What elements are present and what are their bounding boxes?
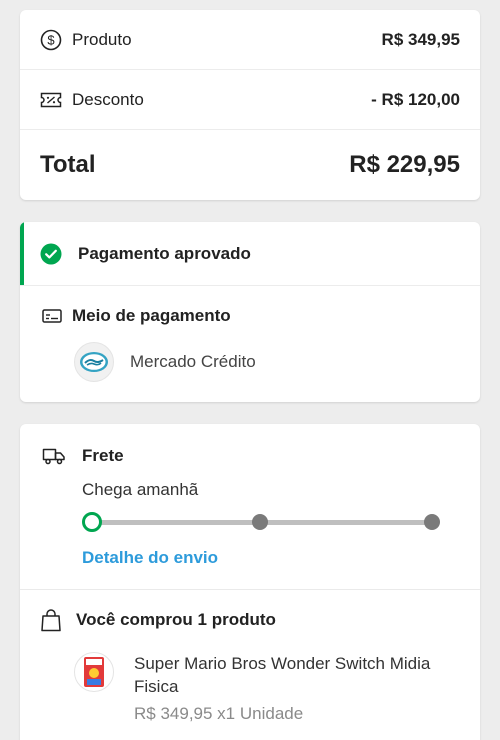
payment-status-banner: Pagamento aprovado (20, 222, 480, 286)
products-title: Você comprou 1 produto (76, 610, 276, 629)
product-meta: R$ 349,95 x1 Unidade (134, 704, 304, 723)
svg-text:$: $ (47, 32, 55, 47)
progress-step-current (82, 512, 102, 532)
products-card: Você comprou 1 produto Super Mario Bros … (20, 590, 480, 740)
progress-step-3 (424, 514, 440, 530)
products-header: Você comprou 1 produto (40, 608, 276, 632)
product-thumbnail (74, 652, 114, 692)
coupon-icon (40, 89, 62, 111)
product-value: R$ 349,95 (381, 29, 460, 49)
truck-icon (42, 446, 66, 466)
product-label: Produto (72, 29, 132, 49)
order-summary-card: $ Produto R$ 349,95 Desconto - R$ 120,00… (20, 10, 480, 200)
bag-icon (40, 608, 62, 632)
shipping-title: Frete (82, 446, 124, 465)
status-accent-bar (20, 222, 24, 285)
shipping-detail-link[interactable]: Detalhe do envio (82, 548, 218, 568)
discount-label: Desconto (72, 89, 144, 109)
payment-method-name: Mercado Crédito (130, 352, 256, 371)
total-value: R$ 229,95 (349, 151, 460, 178)
mercado-pago-logo (74, 342, 114, 382)
product-item[interactable]: Super Mario Bros Wonder Switch Midia Fis… (74, 652, 454, 724)
shipping-card: Frete Chega amanhã Detalhe do envio (20, 424, 480, 590)
payment-status: Pagamento aprovado (78, 243, 251, 263)
shipping-header: Frete (42, 446, 124, 466)
product-row: $ Produto R$ 349,95 (20, 10, 480, 70)
discount-value: - R$ 120,00 (371, 89, 460, 109)
check-circle-icon (40, 243, 62, 265)
payment-method-row: Mercado Crédito (74, 342, 256, 382)
card-icon (42, 308, 62, 324)
discount-row: Desconto - R$ 120,00 (20, 70, 480, 130)
shipping-progress (82, 512, 440, 532)
total-label: Total (40, 151, 96, 178)
payment-card: Pagamento aprovado Meio de pagamento Mer… (20, 222, 480, 402)
product-name: Super Mario Bros Wonder Switch Midia Fis… (134, 654, 431, 696)
total-row: Total R$ 229,95 (20, 130, 480, 200)
payment-method-title: Meio de pagamento (72, 306, 231, 325)
shipping-eta: Chega amanhã (82, 480, 199, 499)
payment-method-header: Meio de pagamento (42, 306, 231, 326)
progress-step-2 (252, 514, 268, 530)
dollar-circle-icon: $ (40, 29, 62, 51)
